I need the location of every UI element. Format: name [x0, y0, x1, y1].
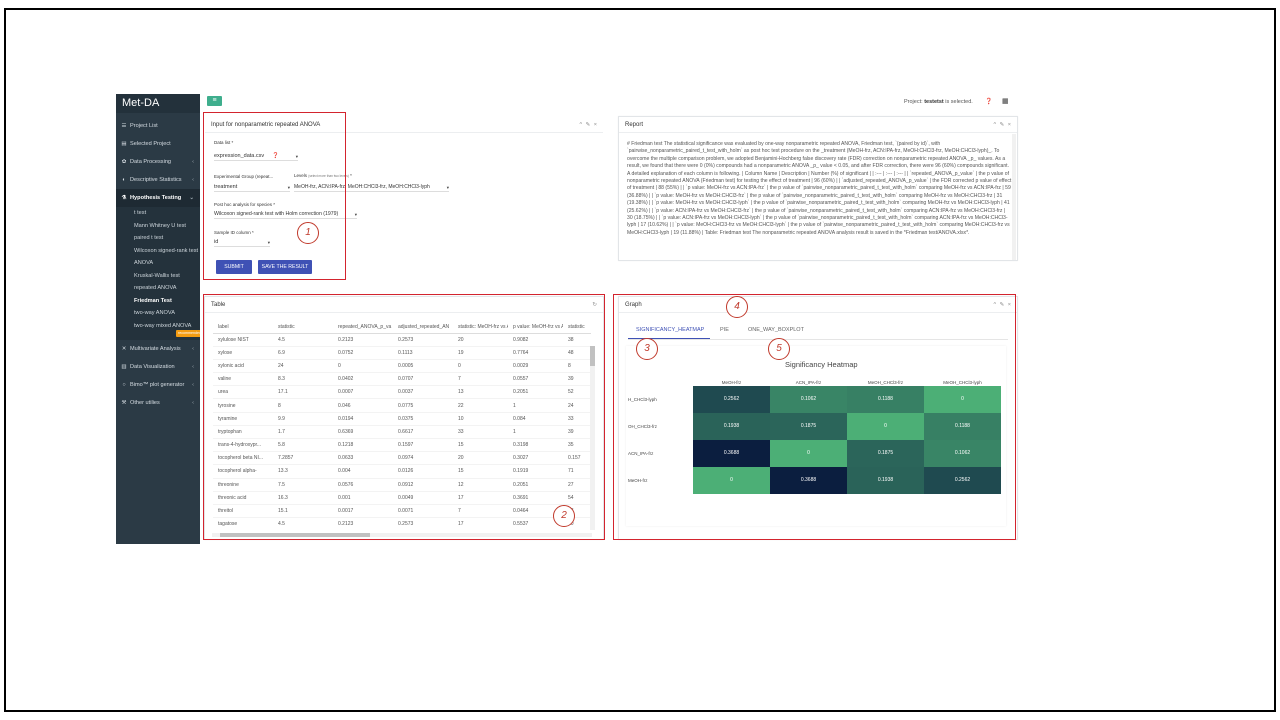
submenu-item-two-way-anova[interactable]: two-way ANOVA: [116, 307, 200, 320]
list-icon: ☰: [121, 123, 127, 129]
menu-toggle-button[interactable]: ≡: [207, 96, 222, 106]
app-title: Met-DA: [116, 94, 200, 113]
sidebar-item-descriptive-statistics[interactable]: ◐ Descriptive Statistics ‹: [116, 171, 200, 189]
project-status: Project: testetst is selected.: [904, 99, 973, 105]
chevron-left-icon: ‹: [192, 345, 194, 352]
callout-3: 3: [636, 338, 658, 360]
panel-tools-icon[interactable]: ^ ✎ ×: [580, 117, 598, 133]
annotation-box-table: [203, 294, 605, 540]
report-panel-header: Report ^ ✎ ×: [619, 117, 1017, 133]
sidebar-item-other-utilities[interactable]: ⚒ Other utilies ‹: [116, 394, 200, 412]
callout-4: 4: [726, 296, 748, 318]
chart-icon: ▥: [121, 363, 127, 370]
stats-icon: ◐: [122, 177, 126, 183]
report-text: # Friedman test The statistical signific…: [627, 141, 1012, 236]
sidebar-item-selected-project[interactable]: ▤ Selected Project: [116, 135, 200, 153]
report-panel: Report ^ ✎ × # Friedman test The statisti…: [618, 116, 1018, 261]
recommended-badge: recommended: [176, 330, 200, 337]
panel-tools-icon[interactable]: ^ ✎ ×: [994, 117, 1012, 133]
chevron-down-icon: ⌄: [189, 195, 194, 201]
chevron-left-icon: ‹: [192, 399, 194, 406]
report-scrollbar[interactable]: [1012, 134, 1016, 260]
chevron-left-icon: ‹: [192, 159, 194, 165]
submenu-item-t-test[interactable]: t test: [116, 207, 200, 220]
sidebar-item-data-visualization[interactable]: ▥ Data Visualization ‹: [116, 358, 200, 376]
wrench-icon: ⚒: [121, 399, 127, 406]
sidebar-item-project-list[interactable]: ☰ Project List: [116, 117, 200, 135]
submenu-item-anova[interactable]: ANOVA: [116, 257, 200, 270]
hamburger-icon: ≡: [212, 97, 217, 104]
hypothesis-submenu: t test Mann Whitney U test paired t test…: [116, 207, 200, 340]
gear-icon: ✿: [121, 159, 127, 165]
caret-down-icon: ▾: [446, 185, 449, 190]
chevron-left-icon: ‹: [192, 363, 194, 370]
grid-icon[interactable]: ▦: [1002, 97, 1009, 105]
annotation-box-graph: [613, 294, 1016, 540]
submenu-item-friedman[interactable]: Friedman Test: [116, 295, 200, 308]
submenu-item-mann-whitney[interactable]: Mann Whitney U test: [116, 220, 200, 233]
submenu-item-two-way-mixed-anova[interactable]: two-way mixed ANOVA recommended: [116, 320, 200, 340]
help-icon[interactable]: ❓: [985, 98, 992, 105]
chevron-left-icon: ‹: [192, 177, 194, 183]
sidebar-item-data-processing[interactable]: ✿ Data Processing ‹: [116, 153, 200, 171]
sidebar-item-multivariate[interactable]: ✕ Multivariate Analysis ‹: [116, 340, 200, 358]
caret-down-icon: ▾: [354, 212, 357, 217]
chevron-left-icon: ‹: [192, 381, 194, 388]
callout-2: 2: [553, 505, 575, 527]
submenu-item-repeated-anova[interactable]: repeated ANOVA: [116, 282, 200, 295]
submenu-item-paired-t-test[interactable]: paired t test: [116, 232, 200, 245]
annotation-box-input: [203, 112, 346, 280]
submenu-item-wilcoxon[interactable]: Wilcoxon signed-rank test: [116, 245, 200, 258]
flask-icon: ⚗: [121, 195, 127, 201]
multivariate-icon: ✕: [121, 345, 127, 352]
file-icon: ▤: [121, 141, 127, 147]
callout-5: 5: [768, 338, 790, 360]
callout-1: 1: [297, 222, 319, 244]
sidebar-item-hypothesis-testing[interactable]: ⚗ Hypothesis Testing ⌄: [116, 189, 200, 207]
sidebar-item-bimo[interactable]: ○ Bimo™ plot generator ‹: [116, 376, 200, 394]
sidebar: Met-DA ☰ Project List ▤ Selected Project ✿…: [116, 94, 200, 544]
submenu-item-kruskal-wallis[interactable]: Kruskal-Wallis test: [116, 270, 200, 283]
circle-icon: ○: [122, 381, 126, 388]
